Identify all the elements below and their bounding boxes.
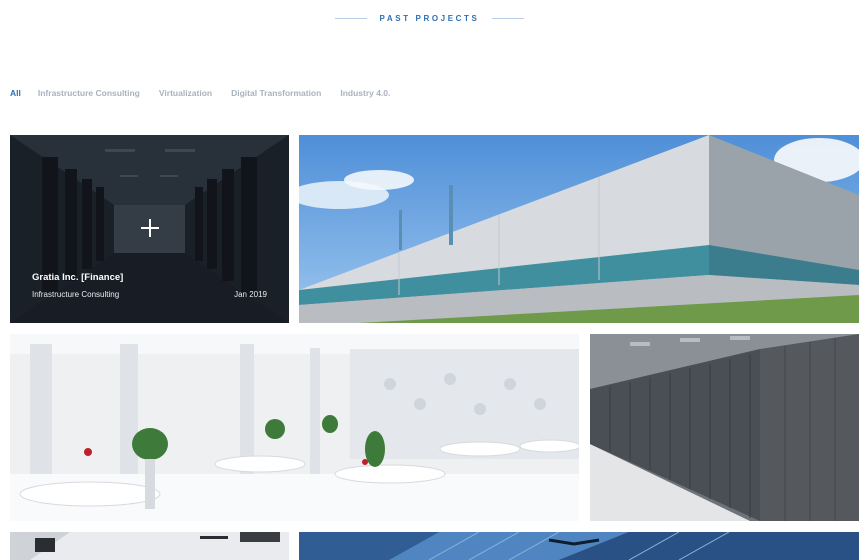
filter-infrastructure-consulting[interactable]: Infrastructure Consulting [38, 88, 140, 98]
project-date: Jan 2019 [234, 290, 267, 299]
project-tile-server-corridor[interactable]: Gratia Inc. [Finance] Infrastructure Con… [10, 135, 289, 323]
office-ceiling-image [10, 532, 289, 560]
heading-line-right [492, 17, 525, 19]
section-heading: PAST PROJECTS [0, 11, 859, 25]
project-tile-cafeteria[interactable] [10, 334, 579, 521]
project-tile-office-ceiling[interactable] [10, 532, 289, 560]
project-filters: All Infrastructure Consulting Virtualiza… [10, 86, 409, 100]
project-tile-supercomputer[interactable] [590, 334, 859, 521]
filter-digital-transformation[interactable]: Digital Transformation [231, 88, 321, 98]
glass-roof-image [299, 532, 859, 560]
filter-virtualization[interactable]: Virtualization [159, 88, 212, 98]
filter-all[interactable]: All [10, 88, 21, 98]
cafeteria-image [10, 334, 579, 521]
zoom-plus-icon[interactable] [141, 219, 159, 237]
project-title[interactable]: Gratia Inc. [Finance] [32, 272, 123, 283]
heading-line-left [334, 17, 367, 19]
warehouse-image [299, 135, 859, 323]
section-title: PAST PROJECTS [379, 13, 480, 23]
project-category: Infrastructure Consulting [32, 290, 120, 299]
supercomputer-image [590, 334, 859, 521]
project-tile-glass-roof[interactable] [299, 532, 859, 560]
project-tile-warehouse[interactable] [299, 135, 859, 323]
filter-industry-4[interactable]: Industry 4.0. [340, 88, 390, 98]
